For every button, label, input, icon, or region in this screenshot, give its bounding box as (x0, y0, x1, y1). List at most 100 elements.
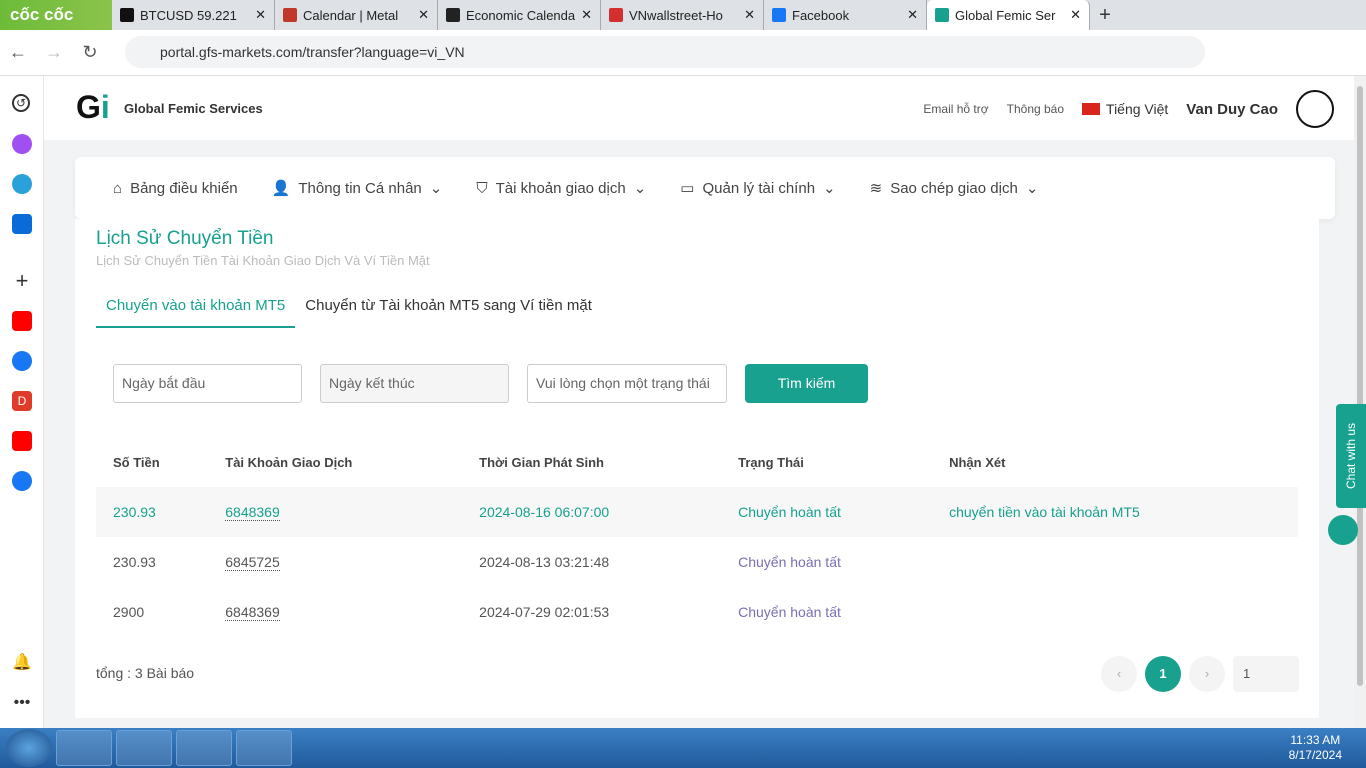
start-date-input[interactable]: Ngày bắt đầu (113, 364, 302, 403)
table-cell: 230.93 (113, 554, 156, 570)
forward-icon[interactable]: → (36, 42, 72, 63)
close-icon[interactable]: ✕ (744, 7, 755, 23)
menu-copy-trading[interactable]: ≋ Sao chép giao dịch ⌄ (869, 179, 1039, 198)
facebook-icon[interactable] (12, 351, 32, 371)
notifications-link[interactable]: Thông báo (1007, 102, 1064, 116)
table-row: 230.93 6848369 2024-08-16 06:07:00 Chuyển h… (96, 487, 1298, 537)
telegram-icon[interactable] (12, 174, 32, 194)
column-header: Tài Khoản Giao Dịch (225, 455, 353, 470)
close-icon[interactable]: ✕ (907, 7, 918, 23)
coccoc-taskbar-icon[interactable] (116, 730, 172, 766)
tab-transfer-to-mt5[interactable]: Chuyển vào tài khoản MT5 (96, 289, 296, 328)
history-icon[interactable]: ↺ (12, 94, 30, 112)
chat-bubble-icon[interactable] (1328, 515, 1358, 545)
browser-sidebar: ↺ + D 🔔 ••• (0, 76, 44, 728)
page-jump-input[interactable]: 1 (1233, 656, 1299, 692)
prev-page-button[interactable]: ‹ (1101, 656, 1137, 692)
menu-label: Thông tin Cá nhân (298, 179, 422, 197)
column-header: Thời Gian Phát Sinh (479, 455, 604, 470)
tab-title: Economic Calendar (466, 7, 576, 23)
column-header: Trạng Thái (738, 455, 804, 470)
zalo-taskbar-icon[interactable] (236, 730, 292, 766)
scrollbar[interactable] (1354, 76, 1366, 728)
tab-title: Global Femic Ser (955, 7, 1056, 23)
menu-trading-accounts[interactable]: ⛉ Tài khoản giao dịch ⌄ (476, 179, 647, 198)
browser-tab[interactable]: Global Femic Ser ✕ (927, 0, 1090, 30)
url-input[interactable]: portal.gfs-markets.com/transfer?language… (125, 36, 1205, 68)
menu-label: Tài khoản giao dịch (495, 179, 626, 197)
more-icon[interactable]: ••• (12, 693, 32, 713)
user-icon: 👤 (271, 180, 291, 197)
add-icon[interactable]: + (12, 270, 32, 292)
taskbar: 11:33 AM 8/17/2024 (0, 728, 1366, 768)
browser-tab[interactable]: BTCUSD 59.221 ✕ (112, 0, 275, 30)
tab-transfer-to-wallet[interactable]: Chuyển từ Tài khoản MT5 sang Ví tiền mặt (295, 289, 602, 328)
explorer-icon[interactable] (56, 730, 112, 766)
reload-icon[interactable]: ↻ (72, 42, 108, 63)
tab-title: Calendar | Metal (303, 7, 399, 23)
end-date-input[interactable]: Ngày kết thúc (320, 364, 509, 403)
total-count: tổng : 3 Bài báo (96, 665, 195, 681)
table-cell: 230.93 (96, 487, 209, 537)
bell-icon[interactable]: 🔔 (12, 653, 32, 673)
browser-tab[interactable]: Calendar | Metal ✕ (275, 0, 438, 30)
chat-with-us-button[interactable]: Chat with us (1336, 404, 1366, 508)
menu-finance[interactable]: ▭ Quản lý tài chính ⌄ (680, 179, 836, 198)
chevron-down-icon: ⌄ (823, 180, 836, 197)
coccoc-logo[interactable]: cốc cốc (0, 0, 112, 30)
chevron-down-icon: ⌄ (633, 180, 647, 197)
avatar[interactable] (1296, 90, 1334, 128)
favicon-icon (120, 8, 134, 22)
chevron-down-icon: ⌄ (1025, 180, 1039, 197)
browser-tab[interactable]: VNwallstreet-Ho ✕ (601, 0, 764, 30)
search-button[interactable]: Tìm kiếm (745, 364, 868, 403)
paint-icon[interactable] (176, 730, 232, 766)
new-tab-button[interactable]: + (1090, 0, 1120, 30)
user-name[interactable]: Van Duy Cao (1186, 101, 1278, 118)
table-cell: chuyển tiền vào tài khoản MT5 (932, 487, 1298, 537)
table-cell: 6845725 (208, 537, 462, 587)
close-icon[interactable]: ✕ (255, 7, 266, 23)
favicon-icon (609, 8, 623, 22)
menu-dashboard[interactable]: ⌂ Bảng điều khiển (113, 180, 238, 197)
facebook-icon[interactable] (12, 471, 32, 491)
address-bar: ← → ↻ portal.gfs-markets.com/transfer?la… (0, 30, 1366, 76)
back-icon[interactable]: ← (0, 42, 36, 63)
zalo-icon[interactable] (12, 214, 32, 234)
site-header: Gi Global Femic Services Email hỗ trợ Th… (44, 76, 1354, 140)
tab-title: Facebook (792, 7, 850, 23)
clock[interactable]: 11:33 AM 8/17/2024 (1289, 733, 1342, 763)
table-cell (932, 537, 1298, 587)
language-selector[interactable]: Tiếng Việt (1082, 101, 1168, 117)
browser-tab-bar: cốc cốc BTCUSD 59.221 ✕ Calendar | Metal ✕ E… (0, 0, 1366, 30)
table-cell: Chuyển hoàn tất (738, 554, 841, 570)
account-link[interactable]: 6848369 (225, 504, 280, 521)
d-app-icon[interactable]: D (12, 391, 32, 411)
menu-personal-info[interactable]: 👤 Thông tin Cá nhân ⌄ (271, 179, 443, 198)
page-1-button[interactable]: 1 (1145, 656, 1181, 692)
vn-flag-icon (1082, 103, 1101, 115)
menu-label: Quản lý tài chính (702, 179, 816, 197)
close-icon[interactable]: ✕ (1070, 7, 1081, 23)
close-icon[interactable]: ✕ (418, 7, 429, 23)
layers-icon: ≋ (869, 180, 883, 197)
table-cell: 2900 (113, 604, 145, 620)
status-select[interactable]: Vui lòng chọn một trạng thái (527, 364, 727, 403)
youtube-icon[interactable] (12, 311, 32, 331)
email-support-link[interactable]: Email hỗ trợ (923, 102, 988, 116)
language-label: Tiếng Việt (1106, 101, 1169, 117)
date: 8/17/2024 (1288, 748, 1342, 762)
gfs-logo[interactable]: Gi (76, 89, 110, 126)
youtube-icon[interactable] (12, 431, 32, 451)
account-link[interactable]: 6848369 (225, 604, 280, 621)
menu-label: Sao chép giao dịch (890, 179, 1018, 197)
home-icon: ⌂ (113, 179, 123, 197)
browser-tab[interactable]: Facebook ✕ (764, 0, 927, 30)
account-link[interactable]: 6845725 (225, 554, 280, 571)
start-button[interactable] (6, 729, 52, 767)
table-cell: 6848369 (208, 487, 463, 537)
messenger-icon[interactable] (12, 134, 32, 154)
next-page-button[interactable]: › (1189, 656, 1225, 692)
browser-tab[interactable]: Economic Calendar ✕ (438, 0, 601, 30)
close-icon[interactable]: ✕ (581, 7, 592, 23)
